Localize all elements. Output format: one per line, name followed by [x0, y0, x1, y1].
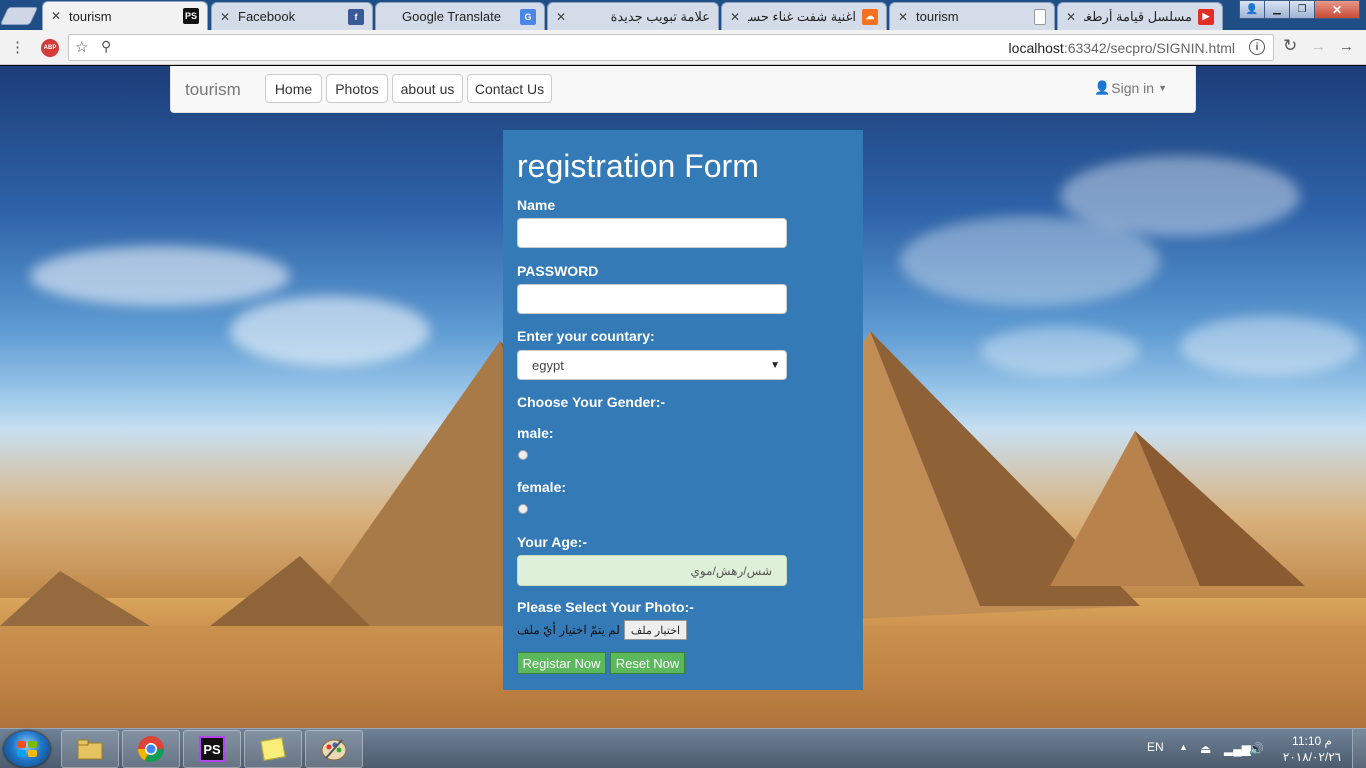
- caret-down-icon: ▼: [1158, 83, 1167, 93]
- nav-contact-button[interactable]: Contact Us: [467, 74, 552, 103]
- photo-label: Please Select Your Photo:-: [517, 599, 694, 615]
- page-viewport: tourism Home Photos about us Contact Us …: [0, 66, 1366, 728]
- male-radio[interactable]: [518, 450, 528, 460]
- page-icon: [1034, 8, 1046, 25]
- age-placeholder: شس/رهش/موي: [690, 563, 772, 578]
- clock-time: 11:10 م: [1292, 734, 1332, 748]
- form-title: registration Form: [517, 148, 759, 184]
- file-status-text: لم يتمّ اختيار أيّ ملف: [517, 623, 620, 637]
- minimize-button[interactable]: ▁: [1264, 0, 1290, 19]
- close-tab-icon[interactable]: ✕: [220, 10, 232, 24]
- network-signal-icon[interactable]: ▂▄▆: [1224, 742, 1251, 756]
- tab-facebook[interactable]: ✕ Facebook f: [211, 2, 373, 30]
- forward-icon[interactable]: →: [1311, 38, 1326, 55]
- tab-new[interactable]: ✕ علامة تبويب جديدة: [547, 2, 719, 30]
- volume-icon[interactable]: 🔊: [1249, 742, 1264, 756]
- menu-dots-icon[interactable]: ⋮: [10, 38, 25, 56]
- google-translate-icon: G: [520, 8, 536, 25]
- site-brand[interactable]: tourism: [185, 80, 241, 100]
- usb-device-icon[interactable]: ⏏: [1200, 742, 1211, 756]
- close-tab-icon[interactable]: ✕: [898, 10, 910, 24]
- info-icon[interactable]: i: [1249, 39, 1265, 55]
- country-label: Enter your countary:: [517, 328, 655, 344]
- password-label: PASSWORD: [517, 263, 599, 279]
- user-icon: 👤: [1094, 80, 1111, 95]
- url-host: localhost: [1008, 40, 1064, 56]
- tab-youtube[interactable]: ✕ مسلسل قيامة أرطغرل المو ▶: [1057, 2, 1223, 30]
- tab-strip: ✕ tourism PS ✕ Facebook f Google Transla…: [0, 0, 1366, 30]
- gender-label: Choose Your Gender:-: [517, 394, 666, 410]
- site-navbar: tourism Home Photos about us Contact Us …: [170, 66, 1196, 113]
- soundcloud-icon: ☁: [862, 8, 878, 25]
- file-explorer-icon[interactable]: [61, 730, 119, 768]
- close-tab-icon[interactable]: ✕: [556, 10, 568, 24]
- signin-dropdown[interactable]: 👤 Sign in ▼: [1094, 80, 1167, 96]
- new-tab-button[interactable]: [0, 7, 39, 25]
- close-tab-icon[interactable]: ✕: [730, 10, 742, 24]
- start-button[interactable]: [4, 731, 50, 767]
- show-desktop-button[interactable]: [1352, 729, 1366, 768]
- maximize-button[interactable]: ❐: [1289, 0, 1315, 19]
- choose-file-button[interactable]: اختيار ملف: [623, 620, 688, 640]
- address-bar[interactable]: ☆ ⚲ localhost:63342/secpro/SIGNIN.html i: [68, 34, 1274, 61]
- url-path: :63342/secpro/SIGNIN.html: [1063, 40, 1235, 56]
- language-indicator[interactable]: EN: [1147, 740, 1164, 754]
- nav-home-button[interactable]: Home: [265, 74, 322, 103]
- tab-title: tourism: [69, 8, 112, 24]
- age-date-input[interactable]: شس/رهش/موي: [517, 555, 787, 586]
- nav-photos-button[interactable]: Photos: [326, 74, 388, 103]
- female-radio[interactable]: [518, 504, 528, 514]
- tab-soundcloud[interactable]: ✕ اغنية شفت غناء حسين ☁: [721, 2, 887, 30]
- reset-button[interactable]: Reset Now: [610, 652, 685, 674]
- age-label: Your Age:-: [517, 534, 587, 550]
- tab-title: Google Translate: [402, 9, 502, 24]
- close-tab-icon[interactable]: ✕: [51, 9, 63, 23]
- country-value: egypt: [532, 357, 564, 373]
- tab-title: اغنية شفت غناء حسين: [748, 8, 856, 24]
- country-select[interactable]: egypt ▼: [517, 350, 787, 380]
- password-input[interactable]: [517, 284, 787, 314]
- paint-icon[interactable]: [305, 730, 363, 768]
- female-label: female:: [517, 479, 567, 495]
- user-profile-icon[interactable]: 👤: [1239, 0, 1265, 19]
- url-text[interactable]: localhost:63342/secpro/SIGNIN.html: [1009, 40, 1235, 56]
- search-icon: ⚲: [101, 38, 112, 54]
- reload-icon[interactable]: ↻: [1283, 36, 1297, 56]
- tab-title: علامة تبويب جديدة: [610, 8, 710, 24]
- signin-label: Sign in: [1111, 80, 1155, 96]
- male-label: male:: [517, 425, 554, 441]
- name-label: Name: [517, 197, 556, 213]
- adblock-icon[interactable]: ABP: [41, 39, 59, 57]
- tab-title: مسلسل قيامة أرطغرل المو: [1084, 8, 1192, 24]
- name-input[interactable]: [517, 218, 787, 248]
- clock[interactable]: 11:10 م ٢٠١٨/٠٢/٢٦: [1282, 733, 1342, 765]
- registration-form: registration Form Name PASSWORD Enter yo…: [503, 130, 863, 690]
- tab-title: tourism: [916, 9, 959, 24]
- photo-file-input: اختيار ملف لم يتمّ اختيار أيّ ملف: [517, 620, 688, 640]
- close-tab-icon[interactable]: ✕: [1066, 10, 1078, 24]
- close-window-button[interactable]: ✕: [1314, 0, 1360, 19]
- tab-tourism-2[interactable]: ✕ tourism: [889, 2, 1055, 30]
- bookmark-star-icon[interactable]: ☆: [75, 38, 88, 56]
- phpstorm-icon: PS: [183, 8, 199, 24]
- sticky-notes-icon[interactable]: [244, 730, 302, 768]
- youtube-icon: ▶: [1198, 8, 1214, 25]
- window-controls: 👤 ▁ ❐ ✕: [1239, 0, 1360, 20]
- tab-google-translate[interactable]: Google Translate G: [375, 2, 545, 30]
- nav-about-button[interactable]: about us: [392, 74, 463, 103]
- facebook-icon: f: [348, 8, 364, 25]
- tab-title: Facebook: [238, 9, 296, 24]
- browser-toolbar: ⋮ ABP ☆ ⚲ localhost:63342/secpro/SIGNIN.…: [0, 30, 1366, 65]
- dropdown-arrow-icon: ▼: [770, 359, 780, 371]
- phpstorm-taskbar-icon[interactable]: PS: [183, 730, 241, 768]
- back-icon[interactable]: →: [1339, 38, 1354, 55]
- clock-date: ٢٠١٨/٠٢/٢٦: [1282, 750, 1342, 764]
- tab-tourism[interactable]: ✕ tourism PS: [42, 1, 208, 30]
- chrome-icon[interactable]: [122, 730, 180, 768]
- tray-expand-icon[interactable]: ▲: [1179, 742, 1188, 752]
- windows-taskbar: PS EN ▲ ⏏ ▂▄▆ 🔊 11:10 م ٢٠١٨/٠٢/٢٦: [0, 728, 1366, 768]
- register-button[interactable]: Registar Now: [517, 652, 606, 674]
